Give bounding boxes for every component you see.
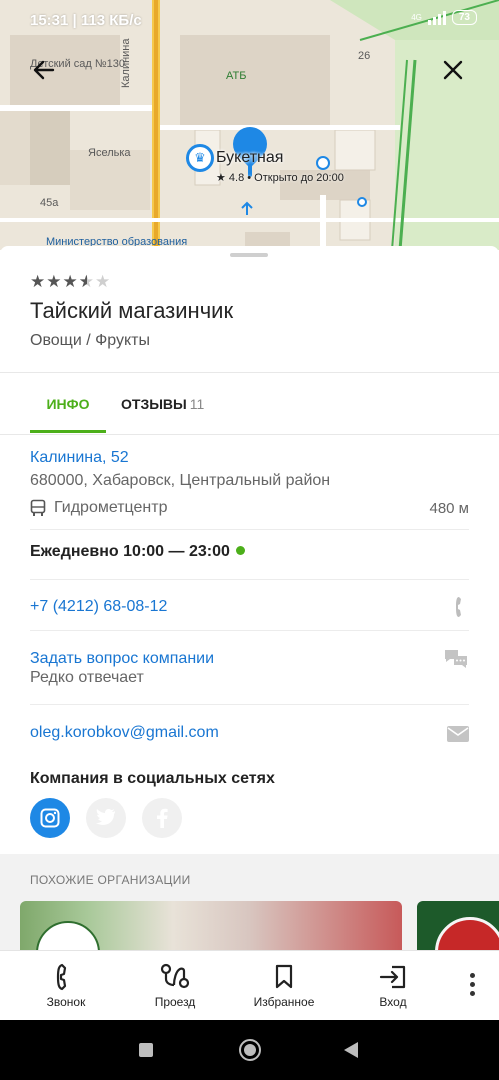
- arrow-left-icon: [33, 60, 55, 80]
- system-nav-bar: [0, 1020, 499, 1080]
- map-label-atb: АТБ: [226, 70, 247, 82]
- stop-distance: 480 м: [429, 500, 469, 517]
- ask-company-subtitle: Редко отвечает: [30, 669, 144, 686]
- back-button[interactable]: [24, 50, 64, 90]
- favorites-label: Избранное: [253, 995, 315, 1009]
- close-button[interactable]: [433, 50, 473, 90]
- similar-card[interactable]: [20, 901, 402, 950]
- opening-hours: Ежедневно 10:00 — 23:00: [30, 543, 245, 561]
- email-link[interactable]: oleg.korobkov@gmail.com: [30, 724, 219, 742]
- favorites-button[interactable]: Избранное: [244, 951, 324, 1021]
- signal-icon: [427, 10, 446, 25]
- poi-name[interactable]: Букетная: [216, 149, 283, 167]
- home-icon: [244, 1044, 256, 1056]
- action-toolbar: Звонок Проезд Избранное Вход: [0, 950, 499, 1020]
- recents-button[interactable]: [139, 1043, 153, 1057]
- tab-reviews-label: ОТЗЫВЫ: [121, 396, 187, 412]
- map-label-street: Калинина: [120, 38, 132, 89]
- poi-info: ★ 4.8 • Открыто до 20:00: [216, 172, 344, 184]
- map-label-house-26: 26: [358, 50, 371, 62]
- similar-card[interactable]: [417, 901, 499, 950]
- battery-icon: 73: [451, 10, 477, 25]
- address-full: 680000, Хабаровск, Центральный район: [30, 472, 331, 489]
- enter-button[interactable]: Вход: [357, 951, 429, 1021]
- open-status-dot: [235, 546, 245, 555]
- drag-handle[interactable]: [230, 253, 268, 257]
- status-time: 15:31 | 113 КБ/с: [30, 12, 142, 29]
- phone-link[interactable]: +7 (4212) 68-08-12: [30, 598, 167, 616]
- opening-hours-text: Ежедневно 10:00 — 23:00: [30, 543, 230, 560]
- facebook-icon: [157, 808, 168, 828]
- twitter-button[interactable]: [86, 798, 126, 838]
- entrance-icon: [379, 965, 406, 989]
- address-street-link[interactable]: Калинина, 52: [30, 449, 129, 467]
- map[interactable]: 15:31 | 113 КБ/с 4G 73 Детский сад №130 …: [0, 0, 499, 250]
- divider: [30, 579, 469, 580]
- route-icon: [160, 963, 190, 989]
- route-button[interactable]: Проезд: [139, 951, 211, 1021]
- rating-stars: ★★★★★★: [30, 272, 112, 291]
- divider: [30, 529, 469, 530]
- bus-icon: [30, 499, 46, 522]
- tab-info[interactable]: ИНФО: [30, 396, 106, 434]
- instagram-button[interactable]: [30, 798, 70, 838]
- divider: [30, 704, 469, 705]
- map-label-yaselka: Яселька: [88, 147, 131, 159]
- facebook-button[interactable]: [142, 798, 182, 838]
- crown-icon[interactable]: ♛: [186, 144, 214, 172]
- place-name: Тайский магазинчик: [30, 298, 234, 323]
- social-title: Компания в социальных сетях: [30, 770, 275, 787]
- company-logo: [36, 921, 100, 950]
- bookmark-icon: [275, 964, 293, 989]
- similar-title: ПОХОЖИЕ ОРГАНИЗАЦИИ: [30, 873, 191, 887]
- bus-stop-name: Гидрометцентр: [54, 499, 168, 516]
- network-type: 4G: [411, 12, 422, 22]
- twitter-icon: [96, 809, 115, 825]
- divider: [0, 372, 499, 373]
- status-indicators: 4G 73: [411, 10, 477, 25]
- tab-info-indicator: [30, 430, 106, 433]
- tab-reviews[interactable]: ОТЗЫВЫ 11: [121, 396, 204, 412]
- instagram-icon: [40, 808, 60, 828]
- place-card: ★★★★★★ Тайский магазинчик Овощи / Фрукты…: [0, 246, 499, 950]
- status-bar: 15:31 | 113 КБ/с 4G 73: [0, 0, 499, 40]
- reviews-count: 11: [189, 396, 205, 412]
- divider: [30, 630, 469, 631]
- call-button[interactable]: Звонок: [30, 951, 102, 1021]
- route-label: Проезд: [154, 995, 196, 1009]
- screen: 15:31 | 113 КБ/с 4G 73 Детский сад №130 …: [0, 0, 499, 1080]
- mail-icon[interactable]: [447, 726, 469, 747]
- chat-icon[interactable]: [443, 648, 469, 675]
- call-label: Звонок: [46, 995, 86, 1009]
- phone-icon: [56, 963, 67, 991]
- tabs-divider: [0, 434, 499, 435]
- more-options-icon[interactable]: [470, 973, 475, 996]
- place-category: Овощи / Фрукты: [30, 332, 150, 349]
- map-label-house-45a: 45а: [40, 197, 59, 209]
- back-nav-button[interactable]: [344, 1042, 358, 1058]
- close-icon: [443, 60, 463, 80]
- phone-icon[interactable]: [455, 595, 469, 624]
- company-logo: [435, 917, 499, 950]
- enter-label: Вход: [379, 995, 407, 1009]
- home-button[interactable]: [239, 1039, 261, 1061]
- ask-company-link[interactable]: Задать вопрос компании: [30, 650, 214, 668]
